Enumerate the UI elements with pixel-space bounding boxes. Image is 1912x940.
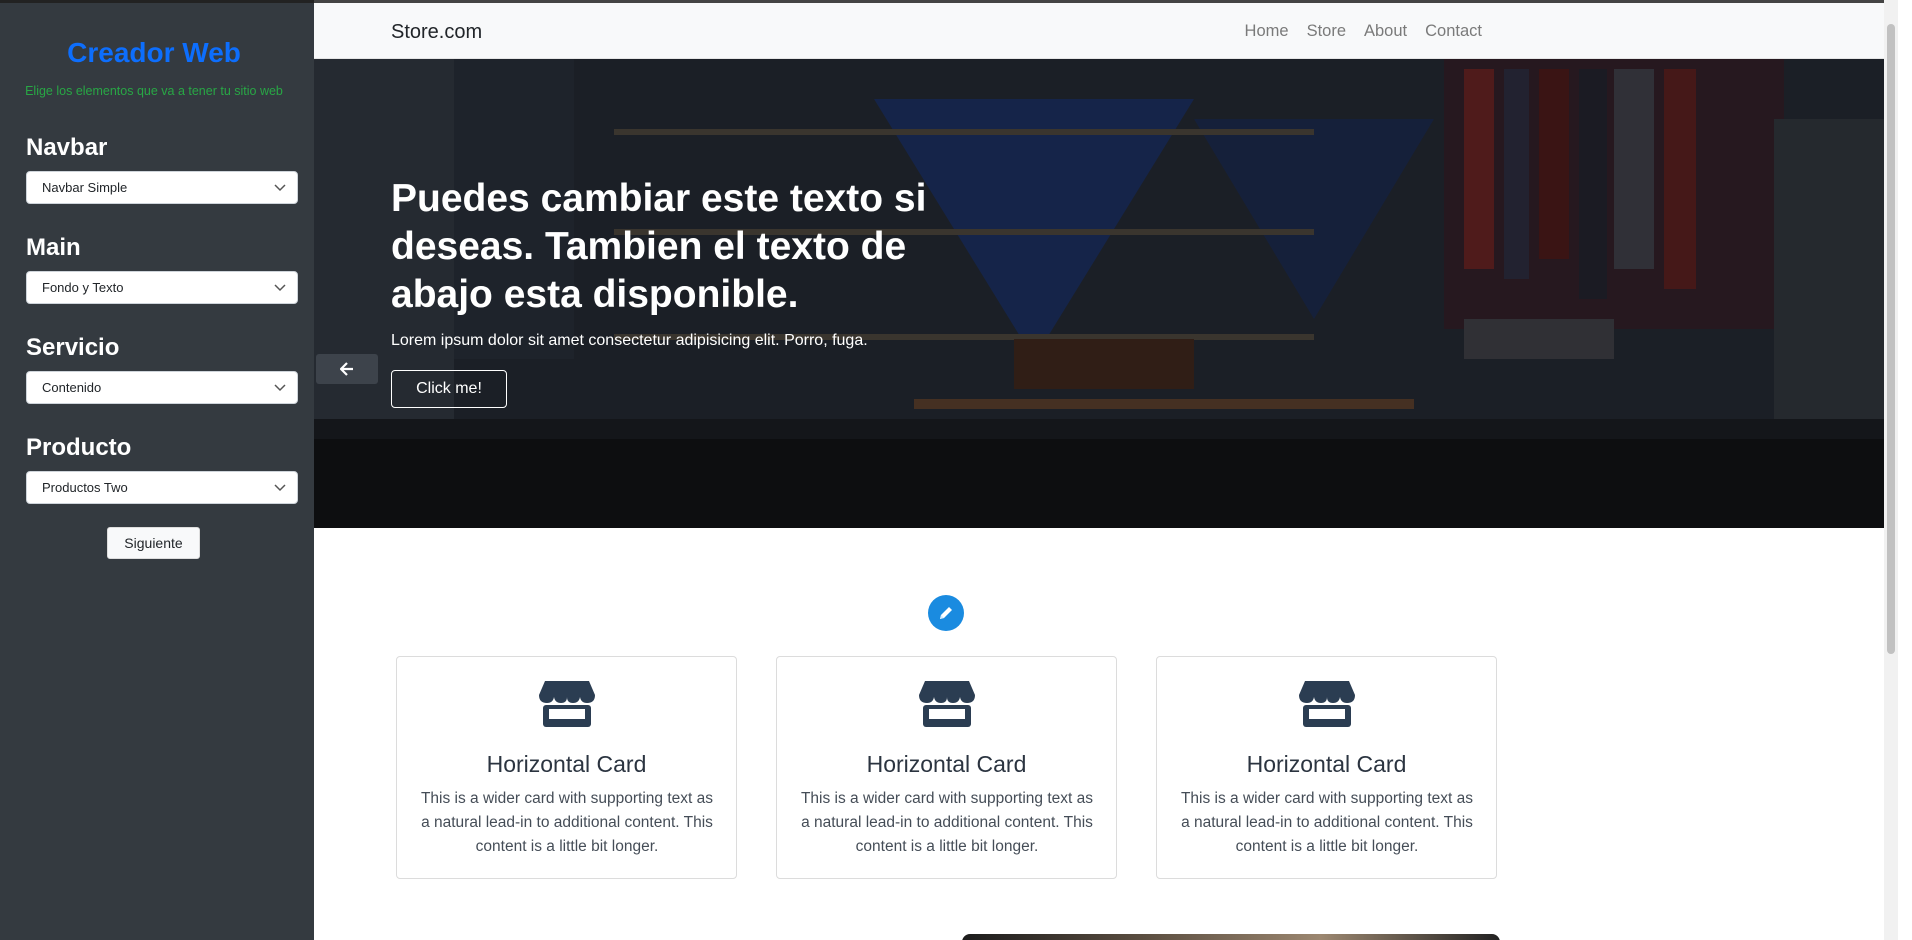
card-text: This is a wider card with supporting tex…	[1180, 790, 1474, 855]
producto-select[interactable]: Productos Two	[26, 471, 298, 504]
sidebar: Creador Web Elige los elementos que va a…	[0, 0, 314, 940]
store-icon	[919, 681, 975, 727]
nav-links: Home Store About Contact	[1245, 22, 1482, 41]
edit-button[interactable]	[928, 595, 964, 631]
nav-link-about[interactable]: About	[1364, 22, 1407, 41]
arrow-left-icon	[340, 362, 353, 376]
hero-text: Lorem ipsum dolor sit amet consectetur a…	[391, 332, 868, 349]
service-card: Horizontal Card This is a wider card wit…	[396, 656, 737, 879]
service-card: Horizontal Card This is a wider card wit…	[1156, 656, 1497, 879]
producto-select-value: Productos Two	[42, 480, 128, 495]
hero-title: Puedes cambiar este texto si deseas. Tam…	[391, 177, 927, 316]
product-image-partial	[962, 934, 1500, 940]
hero-section: Puedes cambiar este texto si deseas. Tam…	[314, 59, 1898, 528]
navbar-select[interactable]: Navbar Simple	[26, 171, 298, 204]
hero-click-button[interactable]: Click me!	[391, 370, 507, 408]
nav-link-store[interactable]: Store	[1307, 22, 1346, 41]
scrollbar-thumb[interactable]	[1887, 24, 1895, 654]
card-text: This is a wider card with supporting tex…	[800, 790, 1094, 855]
navbar-select-value: Navbar Simple	[42, 180, 128, 195]
site-preview: Store.com Home Store About Contact Puede…	[314, 0, 1898, 940]
chevron-down-icon	[274, 384, 286, 392]
servicio-select-value: Contenido	[42, 380, 102, 395]
main-select-value: Fondo y Texto	[42, 280, 124, 295]
service-card: Horizontal Card This is a wider card wit…	[776, 656, 1117, 879]
pencil-icon	[940, 607, 952, 619]
servicio-section-label: Servicio	[26, 334, 120, 361]
site-brand[interactable]: Store.com	[391, 21, 482, 44]
site-navbar: Store.com Home Store About Contact	[314, 3, 1898, 59]
chevron-down-icon	[274, 184, 286, 192]
sidebar-subtitle: Elige los elementos que va a tener tu si…	[25, 84, 283, 98]
siguiente-button[interactable]: Siguiente	[107, 527, 200, 559]
card-title: Horizontal Card	[866, 751, 1027, 777]
nav-link-home[interactable]: Home	[1245, 22, 1289, 41]
store-icon	[539, 681, 595, 727]
producto-section-label: Producto	[26, 434, 132, 461]
navbar-section-label: Navbar	[26, 134, 108, 161]
card-title: Horizontal Card	[1246, 751, 1407, 777]
chevron-down-icon	[274, 284, 286, 292]
sidebar-title: Creador Web	[67, 37, 241, 68]
chevron-down-icon	[274, 484, 286, 492]
card-text: This is a wider card with supporting tex…	[420, 790, 714, 855]
main-select[interactable]: Fondo y Texto	[26, 271, 298, 304]
nav-link-contact[interactable]: Contact	[1425, 22, 1482, 41]
card-title: Horizontal Card	[486, 751, 647, 777]
scrollbar[interactable]	[1884, 0, 1898, 940]
store-icon	[1299, 681, 1355, 727]
main-section-label: Main	[26, 234, 81, 261]
back-button[interactable]	[316, 354, 378, 384]
servicio-select[interactable]: Contenido	[26, 371, 298, 404]
